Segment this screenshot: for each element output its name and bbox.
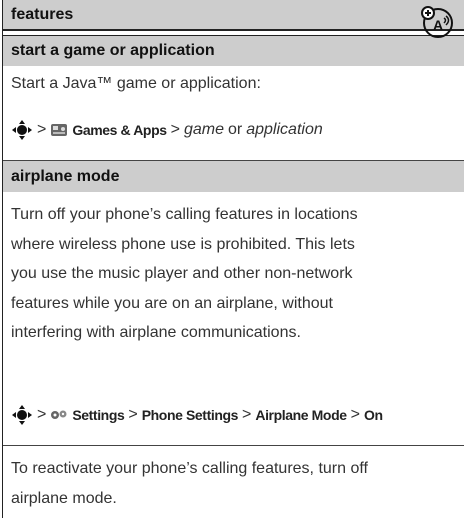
airplane-body-line: interfering with airplane communications… [11,324,301,341]
section-divider [3,445,464,446]
airplane-footer-line: To reactivate your phone’s calling featu… [11,460,368,477]
settings-icon [51,410,67,419]
airplane-footer-line: airplane mode. [11,489,117,507]
menu-item-on: On [363,407,383,423]
target-application: application [246,121,323,138]
manual-page: features start a game or application A S… [2,0,464,518]
target-game: game [183,121,224,138]
game-menu-path: > Games & Apps > game or application [3,117,464,143]
speakerphone-icon: A [421,6,453,38]
features-header: features [3,0,464,31]
airplane-footer: To reactivate your phone’s calling featu… [3,454,464,513]
section-title-game: start a game or application [3,35,464,66]
airplane-body-line: you use the music player and other non-n… [11,265,353,282]
games-apps-label: Games & Apps [72,122,167,138]
airplane-menu-path: > Settings > Phone Settings > Airplane M… [3,402,464,428]
section-title-game-text: start a game or application [11,42,215,59]
nav-key-icon [12,120,32,140]
path-separator: > [128,406,138,423]
path-separator: > [37,406,47,423]
menu-item-airplane-mode: Airplane Mode [255,407,347,423]
path-separator: > [170,121,180,138]
airplane-body-line: features while you are on an airplane, w… [11,294,333,312]
menu-item-settings: Settings [72,407,125,423]
path-separator: > [37,121,47,138]
game-intro: Start a Java™ game or application: [11,75,261,92]
svg-text:A: A [433,17,443,33]
section-title-airplane: airplane mode [3,161,464,192]
path-separator: > [350,406,360,423]
games-apps-icon [51,124,68,136]
menu-item-phone-settings: Phone Settings [141,407,239,423]
airplane-body-line: Turn off your phone’s calling features i… [11,206,358,223]
nav-key-icon [12,405,32,425]
path-or: or [228,121,243,138]
header-title: features [11,5,74,23]
airplane-body: Turn off your phone’s calling features i… [3,200,464,348]
airplane-body-line: where wireless phone use is prohibited. … [11,235,355,253]
path-separator: > [242,406,252,423]
section-title-airplane-text: airplane mode [11,167,120,185]
